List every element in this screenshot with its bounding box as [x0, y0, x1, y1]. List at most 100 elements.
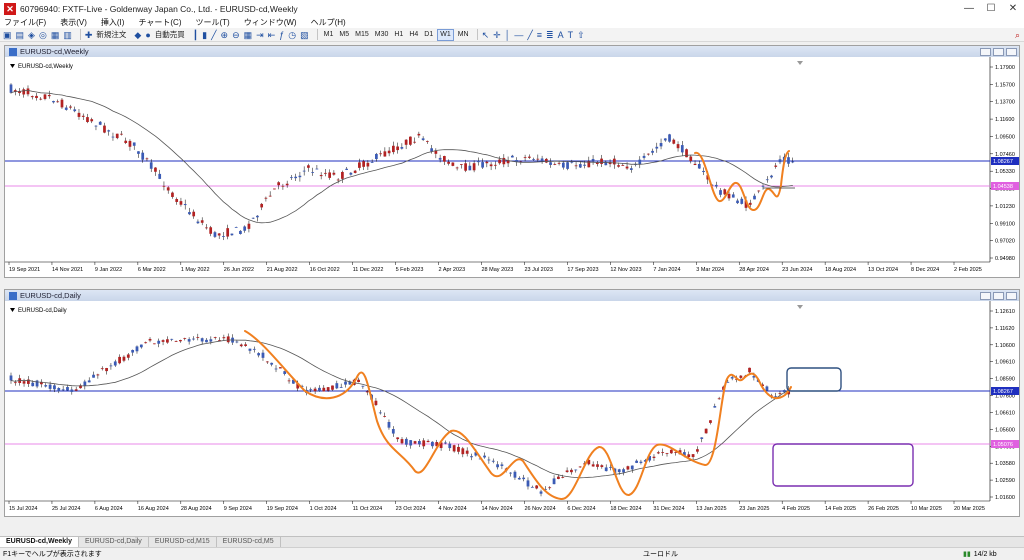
- candle-body: [285, 183, 289, 186]
- weekly-close-button[interactable]: [1006, 47, 1017, 56]
- weekly-minimize-button[interactable]: [980, 47, 991, 56]
- chart-window-icon: [9, 291, 17, 300]
- timeframe-h1[interactable]: H1: [392, 30, 405, 40]
- time-tick-label: 15 Jul 2024: [9, 506, 37, 512]
- candle-body: [396, 437, 400, 440]
- trendline-icon[interactable]: ╱: [527, 29, 532, 41]
- chart-shift-icon[interactable]: ⇤: [268, 29, 276, 41]
- maximize-button[interactable]: ☐: [980, 0, 1002, 17]
- daily-close-button[interactable]: [1006, 291, 1017, 300]
- candle-body: [77, 112, 81, 117]
- timeframe-h4[interactable]: H4: [407, 30, 420, 40]
- periods-icon[interactable]: ◷: [288, 29, 296, 41]
- tile-icon[interactable]: ▦: [244, 29, 253, 41]
- line-chart-icon[interactable]: ╱: [211, 29, 216, 41]
- weekly-chart[interactable]: 1.17900 1.15700 1.13700 1.11600 1.09500 1.074…: [5, 57, 1019, 277]
- timeframe-m30[interactable]: M30: [373, 30, 391, 40]
- timeframe-d1[interactable]: D1: [422, 30, 435, 40]
- candle-body: [553, 164, 557, 165]
- new-order-button[interactable]: 新規注文: [96, 29, 126, 40]
- timeframe-mn[interactable]: MN: [456, 30, 471, 40]
- menu-help[interactable]: ヘルプ(H): [311, 17, 346, 28]
- candle-body: [600, 465, 604, 468]
- candle-body: [43, 94, 47, 99]
- auto-trading-icon[interactable]: ●: [145, 29, 150, 41]
- candle-body: [31, 382, 35, 387]
- tab-daily[interactable]: EURUSD-cd,Daily: [79, 537, 149, 547]
- autoscroll-icon[interactable]: ⇥: [256, 29, 264, 41]
- candle-body: [457, 446, 460, 452]
- cursor-icon[interactable]: ↖: [482, 29, 490, 41]
- candle-body: [438, 157, 442, 160]
- tester-icon[interactable]: ▥: [63, 29, 72, 41]
- indicators-icon[interactable]: ƒ: [279, 29, 284, 41]
- search-icon[interactable]: ⌕: [1015, 29, 1020, 41]
- menu-file[interactable]: ファイル(F): [4, 17, 46, 28]
- menu-chart[interactable]: チャート(C): [138, 17, 181, 28]
- time-tick-label: 25 Jul 2024: [52, 506, 80, 512]
- timeframe-m1[interactable]: M1: [322, 30, 336, 40]
- label-icon[interactable]: T: [568, 29, 574, 41]
- auto-trading-button[interactable]: 自動売買: [155, 29, 185, 40]
- daily-restore-button[interactable]: [993, 291, 1004, 300]
- menu-insert[interactable]: 挿入(I): [101, 17, 125, 28]
- menu-tools[interactable]: ツール(T): [195, 17, 229, 28]
- candle-body: [370, 162, 374, 163]
- candle-body: [700, 437, 704, 439]
- daily-minimize-button[interactable]: [980, 291, 991, 300]
- metaeditor-icon[interactable]: ◆: [134, 29, 141, 41]
- fibonacci-icon[interactable]: ≣: [546, 29, 554, 41]
- horizontal-line-icon[interactable]: —: [514, 29, 523, 41]
- crosshair-icon[interactable]: ✛: [493, 29, 501, 41]
- candle-body: [493, 164, 497, 166]
- weekly-restore-button[interactable]: [993, 47, 1004, 56]
- candle-body: [35, 95, 38, 99]
- text-icon[interactable]: A: [558, 29, 564, 41]
- candle-body: [379, 153, 382, 155]
- timeframe-m15[interactable]: M15: [353, 30, 371, 40]
- candle-body: [387, 150, 391, 154]
- candle-body: [739, 375, 743, 378]
- market-watch-icon[interactable]: ◈: [28, 29, 35, 41]
- candle-body: [192, 211, 196, 217]
- bar-chart-icon[interactable]: ┃: [193, 29, 198, 41]
- candle-body: [307, 165, 310, 168]
- arrows-icon[interactable]: ⇧: [577, 29, 585, 41]
- candle-body: [154, 167, 157, 172]
- weekly-chart-titlebar: EURUSD-cd,Weekly: [5, 46, 1019, 57]
- candle-body: [174, 341, 178, 342]
- menu-window[interactable]: ウィンドウ(W): [244, 17, 297, 28]
- tab-weekly[interactable]: EURUSD-cd,Weekly: [0, 537, 80, 547]
- tab-m15[interactable]: EURUSD-cd,M15: [149, 537, 217, 547]
- candle-body: [604, 467, 608, 472]
- minimize-button[interactable]: —: [958, 0, 980, 17]
- templates-icon[interactable]: ▧: [300, 29, 309, 41]
- daily-chart[interactable]: 1.126101.116201.106001.096101.085901.076…: [5, 301, 1019, 516]
- zoom-in-icon[interactable]: ⊕: [221, 29, 229, 41]
- menu-view[interactable]: 表示(V): [60, 17, 87, 28]
- new-chart-icon[interactable]: ▣: [3, 29, 12, 41]
- profiles-icon[interactable]: ▤: [16, 29, 25, 41]
- tab-m5[interactable]: EURUSD-cd,M5: [217, 537, 281, 547]
- vertical-line-icon[interactable]: │: [505, 29, 511, 41]
- time-tick-label: 23 Jun 2024: [782, 267, 812, 273]
- candle-body: [157, 340, 161, 344]
- close-button[interactable]: ✕: [1002, 0, 1024, 17]
- candle-body: [205, 227, 208, 229]
- candle-body: [753, 195, 756, 200]
- candle-body: [431, 441, 434, 447]
- zoom-out-icon[interactable]: ⊖: [232, 29, 240, 41]
- candle-body: [621, 164, 625, 166]
- terminal-icon[interactable]: ▦: [51, 29, 60, 41]
- candle-body: [487, 459, 491, 461]
- timeframe-m5[interactable]: M5: [337, 30, 351, 40]
- candle-body: [622, 469, 625, 473]
- time-tick-label: 16 Aug 2024: [138, 506, 169, 512]
- channel-icon[interactable]: ≡: [537, 29, 542, 41]
- timeframe-w1[interactable]: W1: [437, 28, 454, 41]
- candle-body: [713, 406, 717, 408]
- candle-chart-icon[interactable]: ▮: [202, 29, 207, 41]
- candle-body: [513, 471, 517, 478]
- navigator-icon[interactable]: ◎: [39, 29, 47, 41]
- new-order-icon[interactable]: ✚: [85, 29, 93, 41]
